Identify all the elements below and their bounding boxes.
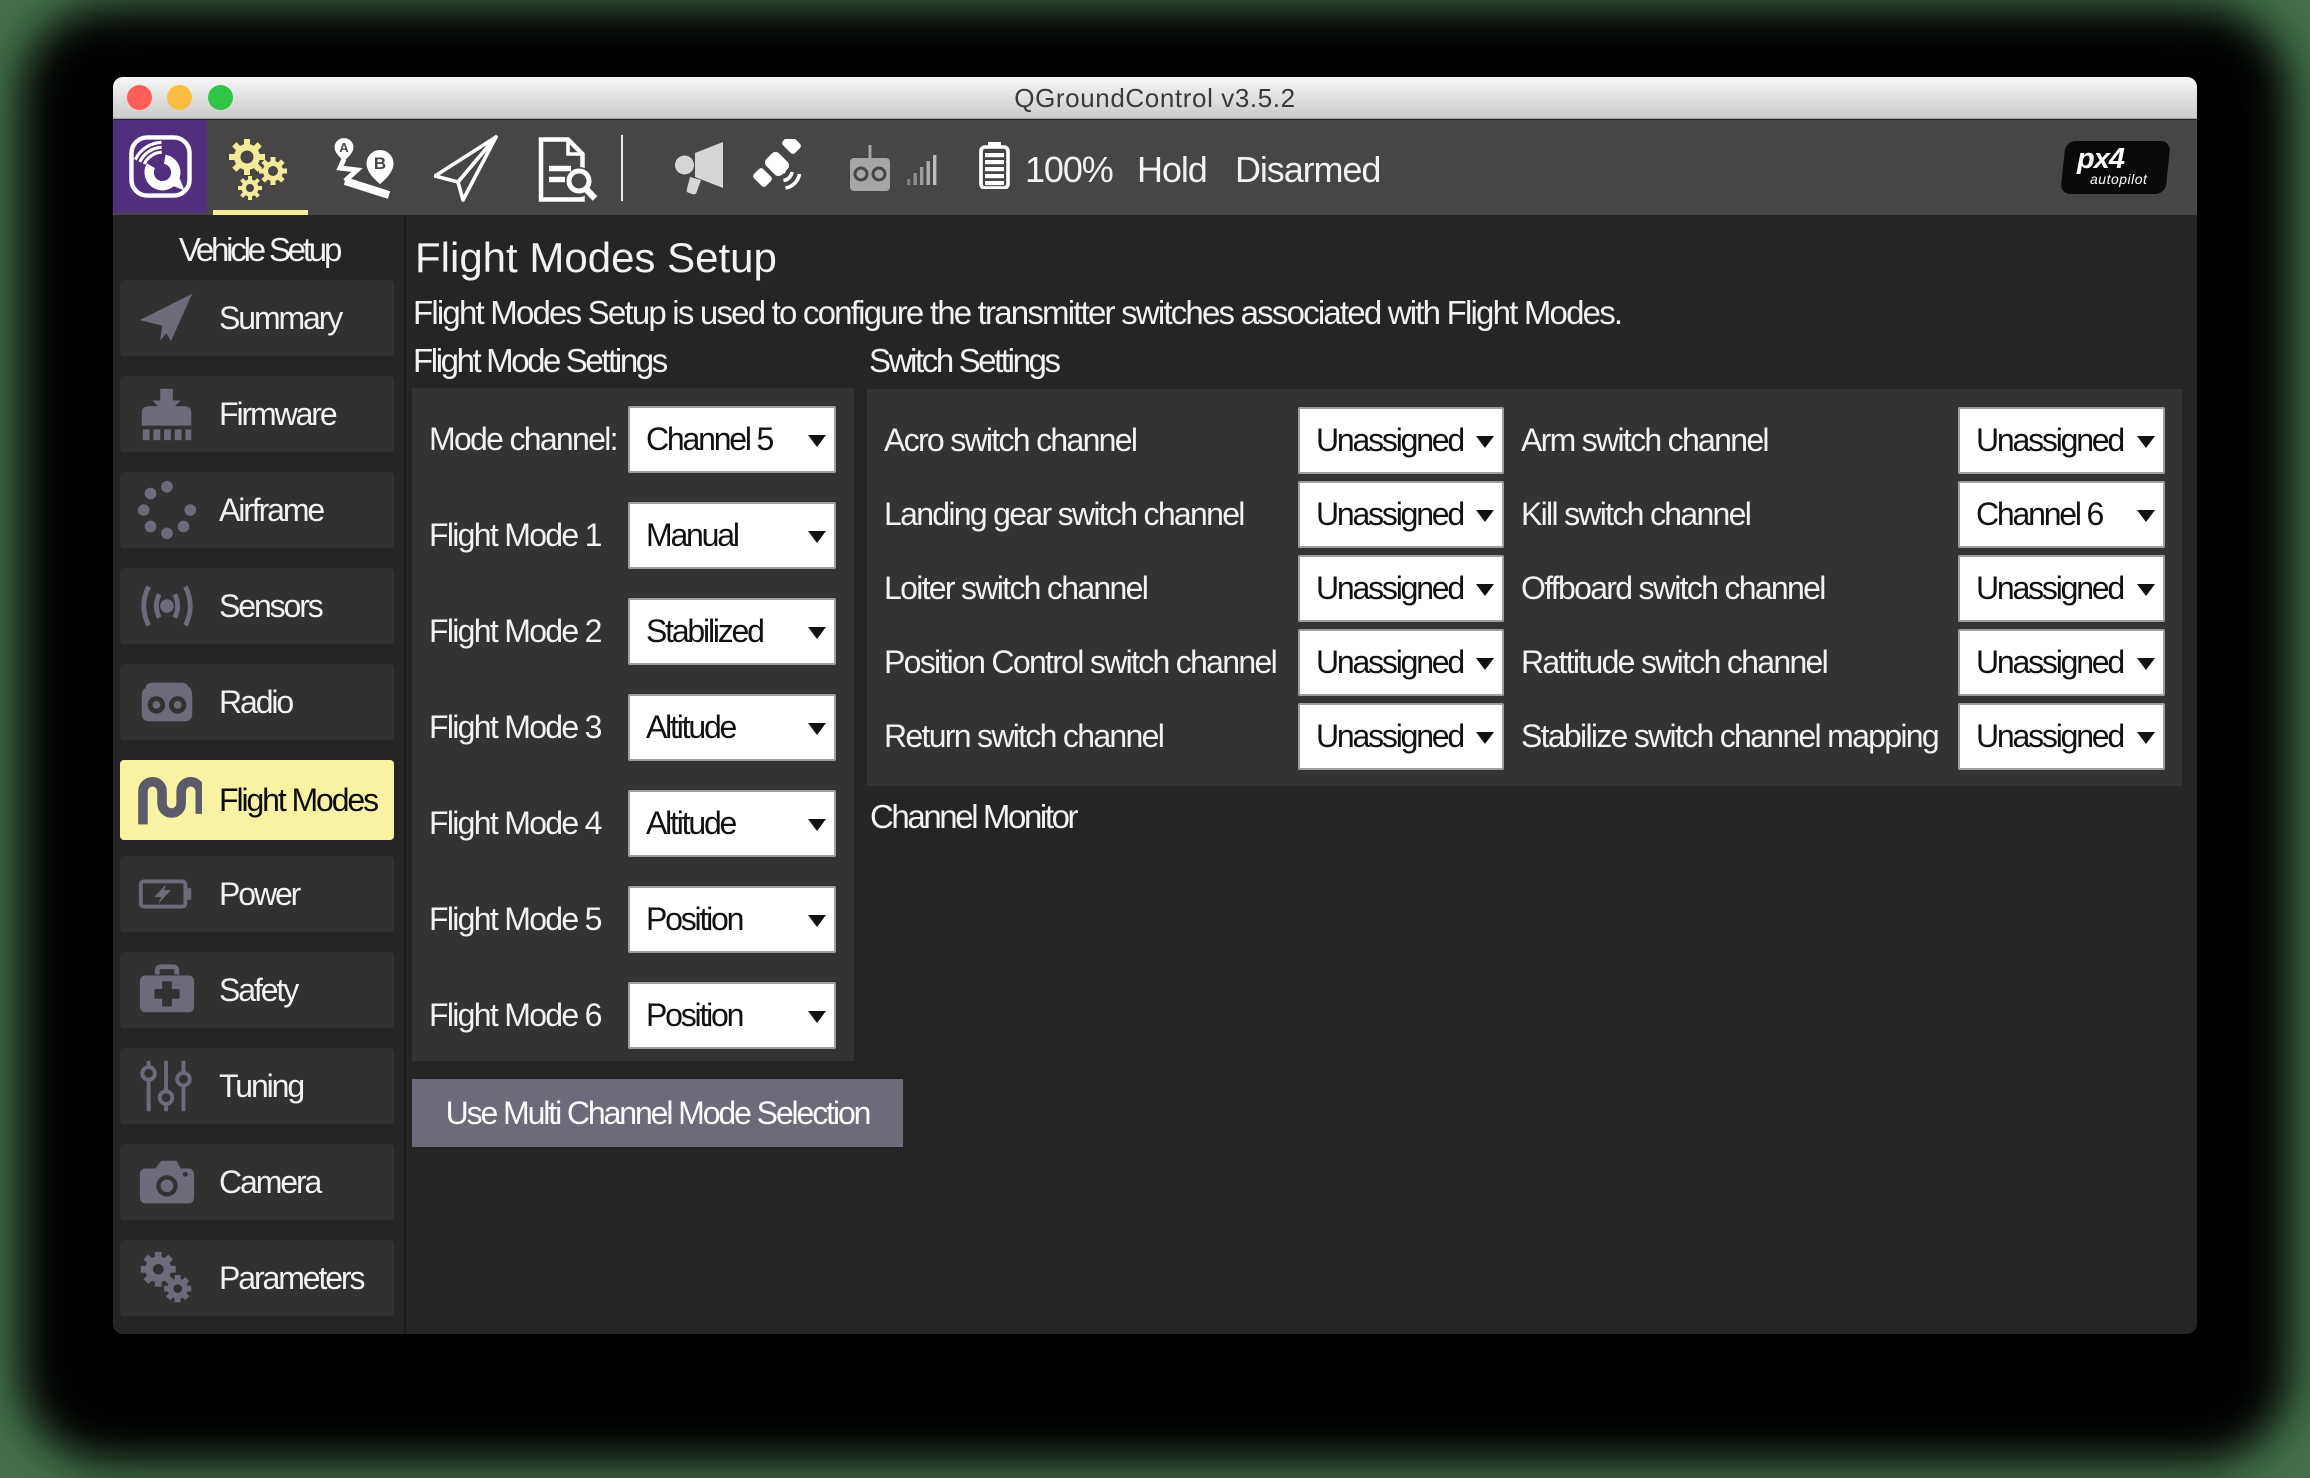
svg-text:A: A [339,140,349,155]
svg-text:B: B [374,154,386,173]
